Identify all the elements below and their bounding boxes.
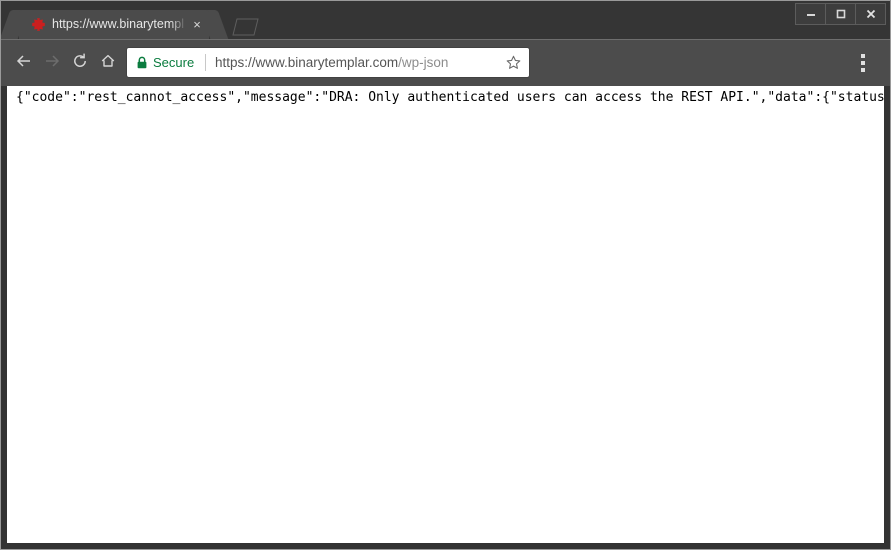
- address-bar[interactable]: Secure https://www.binarytemplar.com/wp-…: [127, 48, 529, 77]
- content-frame: {"code":"rest_cannot_access","message":"…: [1, 86, 890, 549]
- tab-title: https://www.binarytempl: [52, 17, 184, 31]
- arrow-right-icon: [43, 52, 61, 75]
- star-icon[interactable]: [506, 55, 521, 70]
- json-response-text: {"code":"rest_cannot_access","message":"…: [16, 90, 884, 105]
- back-button[interactable]: [10, 49, 38, 77]
- home-button[interactable]: [94, 49, 122, 77]
- close-button[interactable]: [856, 4, 885, 24]
- window-controls: [795, 3, 886, 25]
- menu-dot: [861, 61, 865, 65]
- reload-icon: [71, 52, 89, 75]
- arrow-left-icon: [15, 52, 33, 75]
- tab-strip: https://www.binarytempl ×: [1, 1, 890, 39]
- forward-button: [38, 49, 66, 77]
- url-text: https://www.binarytemplar.com/wp-json: [215, 54, 448, 72]
- url-origin: https://www.binarytemplar.com: [215, 55, 399, 70]
- reload-button[interactable]: [66, 49, 94, 77]
- omnibox-divider: [205, 54, 206, 71]
- url-path: /wp-json: [398, 55, 449, 70]
- templar-cross-icon: [31, 17, 46, 32]
- maximize-button[interactable]: [826, 4, 856, 24]
- home-icon: [99, 52, 117, 75]
- security-status-label: Secure: [153, 55, 195, 70]
- new-tab-button[interactable]: [226, 17, 260, 37]
- menu-dot: [861, 68, 865, 72]
- browser-toolbar: Secure https://www.binarytemplar.com/wp-…: [1, 39, 890, 86]
- page-viewport: {"code":"rest_cannot_access","message":"…: [7, 86, 884, 543]
- browser-menu-button[interactable]: [861, 54, 865, 72]
- tab-close-icon[interactable]: ×: [189, 16, 205, 32]
- browser-tab[interactable]: https://www.binarytempl ×: [19, 10, 209, 39]
- browser-window: https://www.binarytempl × Secure https:/…: [0, 0, 891, 550]
- lock-icon: [136, 56, 148, 69]
- minimize-button[interactable]: [796, 4, 826, 24]
- menu-dot: [861, 54, 865, 58]
